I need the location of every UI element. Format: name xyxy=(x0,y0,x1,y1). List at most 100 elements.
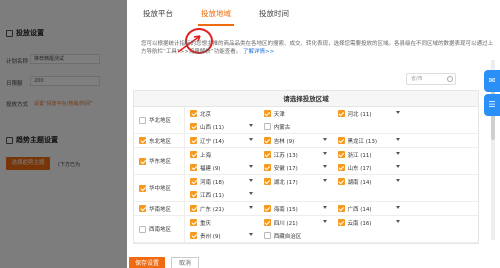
province-item[interactable]: 湖南 (14) xyxy=(333,175,407,188)
region-group-checkbox[interactable] xyxy=(139,116,146,124)
province-item[interactable]: 重庆 xyxy=(185,216,259,229)
chevron-down-icon[interactable] xyxy=(322,165,327,168)
province-item[interactable]: 江苏 (13) xyxy=(259,148,333,161)
region-group-checkbox[interactable] xyxy=(139,137,146,144)
province-item[interactable]: 内蒙古 xyxy=(259,120,333,133)
region-group-checkbox[interactable] xyxy=(139,225,146,233)
province-cells: 河南 (18) 湖北 (17) 湖南 (14) 江西 (11) xyxy=(185,175,478,201)
chevron-down-icon[interactable] xyxy=(396,206,401,209)
province-checkbox[interactable] xyxy=(337,219,345,226)
chevron-down-icon[interactable] xyxy=(248,165,253,168)
chevron-down-icon[interactable] xyxy=(322,179,327,182)
chevron-down-icon[interactable] xyxy=(396,165,401,168)
region-rows: 华北地区 北京 天津 河北 (11) 山西 (11) 内蒙古东北地区 辽宁 (14) 吉林 (… xyxy=(134,107,478,243)
province-item[interactable]: 吉林 (9) xyxy=(259,134,333,147)
chevron-down-icon[interactable] xyxy=(248,233,253,236)
province-item[interactable]: 四川 (21) xyxy=(259,216,333,229)
chevron-down-icon[interactable] xyxy=(396,138,401,141)
province-item[interactable]: 黑龙江 (13) xyxy=(333,134,407,147)
province-item[interactable]: 上海 xyxy=(185,148,259,161)
save-settings-button[interactable]: 保存设置 xyxy=(129,257,165,268)
chevron-down-icon[interactable] xyxy=(322,206,327,209)
province-item[interactable]: 贵州 (9) xyxy=(185,229,259,242)
chevron-down-icon[interactable] xyxy=(322,152,327,155)
message-icon[interactable]: ☰ xyxy=(484,94,500,116)
province-item[interactable]: 海南 (15) xyxy=(259,202,333,215)
province-checkbox[interactable] xyxy=(263,164,271,171)
province-name: 天津 xyxy=(273,111,285,118)
province-item[interactable]: 西藏自治区 xyxy=(259,229,333,242)
region-group-checkbox[interactable] xyxy=(139,184,146,192)
province-checkbox[interactable] xyxy=(190,110,197,117)
province-item[interactable]: 河北 (11) xyxy=(333,107,407,120)
province-item[interactable]: 辽宁 (14) xyxy=(185,134,259,147)
province-item[interactable]: 安徽 (17) xyxy=(259,161,333,174)
chevron-down-icon[interactable] xyxy=(248,179,253,182)
region-row: 华中地区 河南 (18) 湖北 (17) 湖南 (14) 江西 (11) xyxy=(134,175,478,202)
province-checkbox[interactable] xyxy=(263,205,271,212)
province-item[interactable]: 广东 (21) xyxy=(185,202,259,215)
province-checkbox[interactable] xyxy=(263,110,271,117)
chevron-down-icon[interactable] xyxy=(396,179,401,182)
region-group-label[interactable]: 华北地区 xyxy=(134,107,185,133)
province-checkbox[interactable] xyxy=(190,137,197,144)
province-checkbox[interactable] xyxy=(263,232,271,239)
province-item[interactable]: 云南 (16) xyxy=(333,216,407,229)
chevron-down-icon[interactable] xyxy=(396,152,401,155)
province-name: 上海 xyxy=(200,152,212,159)
region-group-label[interactable]: 华东地区 xyxy=(134,148,185,174)
region-group-checkbox[interactable] xyxy=(139,157,146,165)
province-item[interactable]: 山西 (11) xyxy=(185,120,259,133)
chevron-down-icon[interactable] xyxy=(322,138,327,141)
province-checkbox[interactable] xyxy=(337,137,345,144)
region-group-name: 华东地区 xyxy=(149,159,172,165)
province-checkbox[interactable] xyxy=(337,164,345,171)
region-group-label[interactable]: 华中地区 xyxy=(134,175,185,201)
province-checkbox[interactable] xyxy=(263,151,271,158)
province-search-input[interactable]: 省/市 xyxy=(406,73,456,85)
learn-more-link[interactable]: 了解详情>> xyxy=(243,49,274,55)
chevron-down-icon[interactable] xyxy=(322,220,327,223)
chevron-down-icon[interactable] xyxy=(248,206,253,209)
chat-icon[interactable]: ✉ xyxy=(484,70,500,92)
province-item[interactable]: 湖北 (17) xyxy=(259,175,333,188)
province-checkbox[interactable] xyxy=(337,151,345,158)
province-item[interactable]: 北京 xyxy=(185,107,259,120)
province-checkbox[interactable] xyxy=(190,205,197,212)
province-item[interactable]: 广西 (14) xyxy=(333,202,407,215)
province-checkbox[interactable] xyxy=(190,232,197,239)
province-item[interactable]: 河南 (18) xyxy=(185,175,259,188)
chevron-down-icon[interactable] xyxy=(248,124,253,127)
province-item[interactable]: 江西 (11) xyxy=(185,188,259,201)
province-checkbox[interactable] xyxy=(190,151,197,158)
province-checkbox[interactable] xyxy=(263,137,271,144)
province-name: 广东 (21) xyxy=(200,206,225,213)
chevron-down-icon[interactable] xyxy=(248,138,253,141)
province-item[interactable]: 天津 xyxy=(259,107,333,120)
region-group-label[interactable]: 西南地区 xyxy=(134,216,185,242)
province-checkbox[interactable] xyxy=(190,123,197,130)
province-checkbox[interactable] xyxy=(337,205,345,212)
province-checkbox[interactable] xyxy=(337,178,345,185)
region-group-label[interactable]: 东北地区 xyxy=(134,134,185,147)
province-name: 辽宁 (14) xyxy=(200,138,225,145)
province-name: 浙江 (11) xyxy=(347,152,372,159)
chevron-down-icon[interactable] xyxy=(396,220,401,223)
province-checkbox[interactable] xyxy=(337,110,345,117)
province-checkbox[interactable] xyxy=(190,164,197,171)
province-item[interactable]: 浙江 (11) xyxy=(333,148,407,161)
province-checkbox[interactable] xyxy=(263,178,271,185)
region-group-checkbox[interactable] xyxy=(139,205,146,212)
province-item[interactable]: 福建 (9) xyxy=(185,161,259,174)
province-checkbox[interactable] xyxy=(263,219,271,226)
province-item[interactable]: 山东 (17) xyxy=(333,161,407,174)
cancel-button[interactable]: 取消 xyxy=(171,257,199,268)
region-group-label[interactable]: 华南地区 xyxy=(134,202,185,215)
chevron-down-icon[interactable] xyxy=(248,192,253,195)
province-checkbox[interactable] xyxy=(263,123,271,130)
province-checkbox[interactable] xyxy=(190,178,197,185)
chevron-down-icon[interactable] xyxy=(396,111,401,114)
province-name: 北京 xyxy=(200,111,212,118)
province-checkbox[interactable] xyxy=(190,219,197,226)
province-checkbox[interactable] xyxy=(190,191,197,198)
